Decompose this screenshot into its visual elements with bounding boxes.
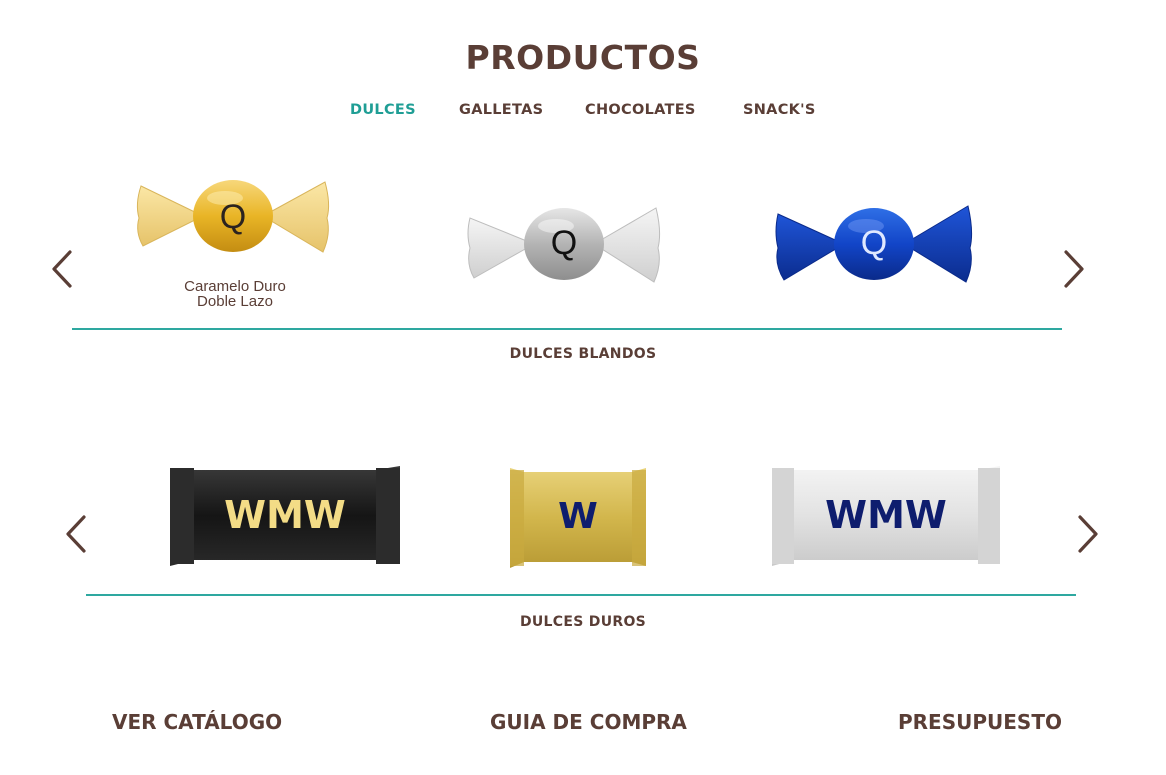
gold-candy-image: Q [136,180,330,253]
buying-guide-link[interactable]: GUIA DE COMPRA [490,710,687,734]
chevron-right-icon [1064,250,1084,288]
view-catalog-link[interactable]: VER CATÁLOGO [112,710,282,734]
product-silver-bar[interactable]: WMW [770,464,1002,568]
carousel-1-prev-button[interactable] [48,249,78,289]
product-blue-candy[interactable]: Q [774,202,974,286]
product-black-bar[interactable]: WMW [168,464,402,568]
gold-bar-image: W [510,468,646,568]
tab-snacks[interactable]: SNACK'S [743,102,816,118]
candy-logo: Q [551,224,577,262]
section-divider [86,594,1076,596]
category-tabs: DULCES GALLETAS CHOCOLATES SNACK'S [0,102,1166,122]
bar-logo: WMW [224,493,346,537]
section-divider [72,328,1062,330]
page-title: PRODUCTOS [465,38,701,77]
carousel-2-next-button[interactable] [1072,514,1102,554]
chevron-left-icon [52,250,72,288]
tab-chocolates[interactable]: CHOCOLATES [585,102,696,118]
chevron-right-icon [1078,515,1098,553]
carousel-1-next-button[interactable] [1058,249,1088,289]
product-gold-candy[interactable]: Q [133,174,333,258]
product-silver-candy[interactable]: Q [464,202,664,286]
bar-logo: W [558,496,598,537]
silver-candy-image: Q [467,207,661,283]
tab-galletas[interactable]: GALLETAS [459,102,543,118]
blue-candy-image: Q [775,205,973,283]
product-caption: Caramelo Duro Doble Lazo [160,279,310,309]
product-gold-bar[interactable]: W [508,466,648,570]
silver-bar-image: WMW [772,466,1000,566]
candy-logo: Q [220,198,246,236]
bar-logo: WMW [825,493,947,537]
section-label-dulces-duros: DULCES DUROS [519,614,647,630]
candy-logo: Q [861,224,887,262]
section-label-dulces-blandos: DULCES BLANDOS [509,346,657,362]
carousel-2-prev-button[interactable] [62,514,92,554]
quote-link[interactable]: PRESUPUESTO [898,710,1062,734]
black-bar-image: WMW [170,466,400,566]
caption-line-1: Caramelo Duro [184,278,286,295]
caption-line-2: Doble Lazo [197,293,273,310]
tab-dulces[interactable]: DULCES [350,102,416,118]
chevron-left-icon [66,515,86,553]
